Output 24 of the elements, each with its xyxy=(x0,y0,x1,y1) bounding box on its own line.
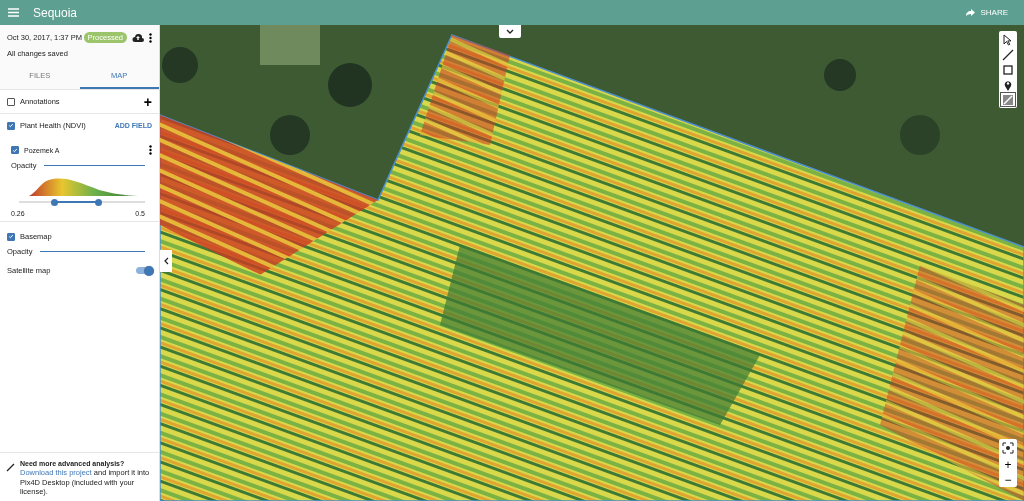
zoom-out-button[interactable]: − xyxy=(999,472,1017,487)
line-tool-icon[interactable] xyxy=(1000,47,1016,62)
more-icon[interactable] xyxy=(149,145,152,155)
checkbox[interactable] xyxy=(7,97,15,106)
zoom-in-button[interactable]: + xyxy=(999,457,1017,472)
layer-tool-icon[interactable] xyxy=(1000,92,1016,107)
collapse-panel-icon[interactable] xyxy=(160,250,172,272)
chevron-down-icon[interactable] xyxy=(499,25,521,38)
checkbox[interactable] xyxy=(11,146,19,154)
more-icon[interactable] xyxy=(149,32,152,43)
share-button[interactable]: SHARE xyxy=(960,7,1014,18)
range-thumb[interactable] xyxy=(50,198,58,206)
add-button[interactable]: + xyxy=(143,97,152,106)
checkbox[interactable] xyxy=(7,232,15,241)
share-arrow-icon xyxy=(966,9,976,16)
rectangle-tool-icon[interactable] xyxy=(1000,62,1016,77)
checkbox[interactable] xyxy=(7,121,15,130)
pencil-icon xyxy=(6,462,15,472)
menu-icon[interactable] xyxy=(8,8,19,17)
recenter-icon[interactable] xyxy=(1002,442,1014,454)
range-thumb[interactable] xyxy=(94,198,102,206)
toggle-switch[interactable] xyxy=(136,267,152,274)
cloud-upload-icon[interactable] xyxy=(132,33,144,42)
app-title: Sequoia xyxy=(33,5,78,20)
